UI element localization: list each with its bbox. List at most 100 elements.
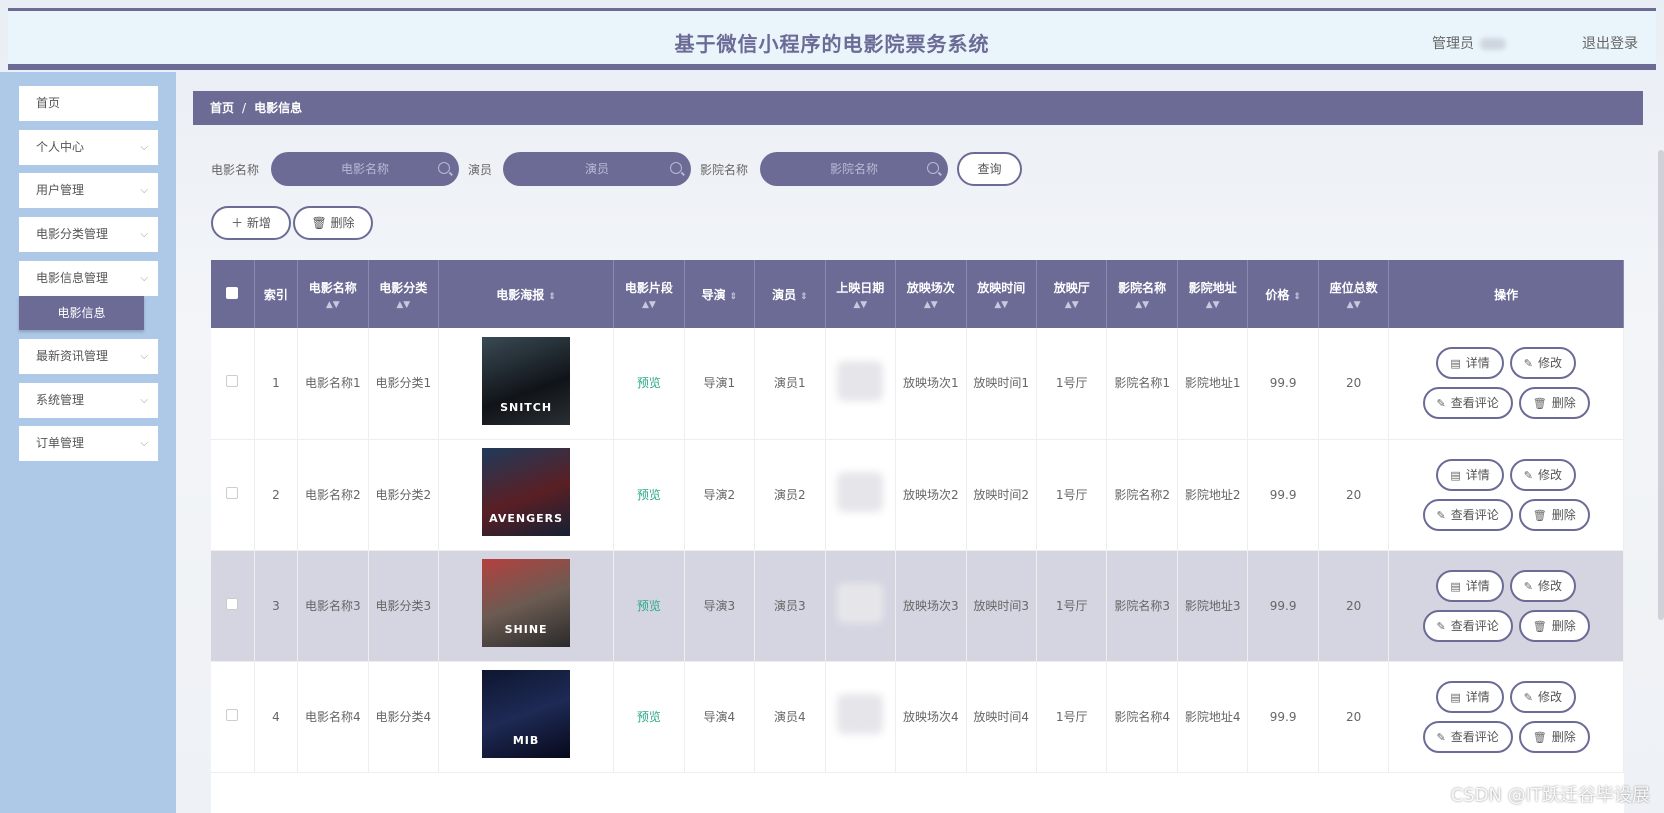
row-delete-button[interactable]: 🗑 删除 bbox=[1518, 609, 1590, 642]
movie-poster-image[interactable]: MIB bbox=[482, 670, 571, 758]
trash-icon: 🗑 bbox=[1532, 397, 1547, 411]
sort-icon[interactable]: ▲▼ bbox=[1180, 300, 1245, 310]
view-comments-button[interactable]: ✎ 查看评论 bbox=[1422, 498, 1513, 531]
edit-button-label: 修改 bbox=[1537, 467, 1562, 482]
sort-icon[interactable]: ⇕ bbox=[800, 292, 808, 302]
cell-session-text: 放映场次1 bbox=[902, 376, 959, 391]
delete-button[interactable]: 🗑 删除 bbox=[293, 206, 373, 240]
table-row[interactable]: 4 电影名称4 电影分类4 MIB 预览 导演4 演员4 放映场次4 放映时间4 1号厅 影院名称4… bbox=[211, 661, 1624, 773]
cell-actor: 演员1 bbox=[754, 328, 826, 440]
sidebar-item-personal-center[interactable]: 个人中心 ⌵ bbox=[19, 130, 158, 165]
cell-director: 导演3 bbox=[684, 550, 756, 662]
sort-icon[interactable]: ▲▼ bbox=[969, 300, 1034, 310]
sort-icon[interactable]: ▲▼ bbox=[1321, 300, 1386, 310]
sort-icon[interactable]: ▲▼ bbox=[898, 300, 963, 310]
view-comments-button[interactable]: ✎ 查看评论 bbox=[1422, 609, 1513, 642]
select-all-checkbox[interactable] bbox=[226, 286, 239, 299]
col-poster[interactable]: 电影海报 ⇕ bbox=[438, 260, 615, 328]
cell-poster: AVENGERS bbox=[438, 439, 615, 551]
col-address[interactable]: 影院地址 ▲▼ bbox=[1177, 260, 1249, 328]
col-cinema[interactable]: 影院名称 ▲▼ bbox=[1106, 260, 1178, 328]
edit-button[interactable]: ✎ 修改 bbox=[1509, 458, 1576, 491]
add-button[interactable]: ＋ 新增 bbox=[211, 206, 291, 240]
row-checkbox[interactable] bbox=[226, 597, 239, 610]
movie-name-input[interactable] bbox=[271, 152, 459, 186]
col-director[interactable]: 导演 ⇕ bbox=[684, 260, 756, 328]
sidebar-item-category-management[interactable]: 电影分类管理 ⌵ bbox=[19, 217, 158, 252]
row-delete-button[interactable]: 🗑 删除 bbox=[1518, 720, 1590, 753]
query-button[interactable]: 查询 bbox=[957, 152, 1022, 186]
table-row[interactable]: 1 电影名称1 电影分类1 SNITCH 预览 导演1 演员1 放映场次1 放映时间1 1号厅 影院… bbox=[211, 328, 1624, 440]
detail-button[interactable]: ▤ 详情 bbox=[1436, 680, 1504, 713]
table-row[interactable]: 2 电影名称2 电影分类2 AVENGERS 预览 导演2 演员2 放映场次2 放映时间2 1号厅… bbox=[211, 439, 1624, 551]
cell-address: 影院地址1 bbox=[1177, 328, 1249, 440]
cell-session: 放映场次4 bbox=[895, 661, 967, 773]
sidebar-item-order-management[interactable]: 订单管理 ⌵ bbox=[19, 426, 158, 461]
cinema-name-input[interactable] bbox=[760, 152, 948, 186]
clip-preview-link[interactable]: 预览 bbox=[637, 376, 661, 390]
actor-input[interactable] bbox=[503, 152, 691, 186]
sort-icon[interactable]: ⇕ bbox=[730, 292, 738, 302]
sidebar-item-user-management[interactable]: 用户管理 ⌵ bbox=[19, 173, 158, 208]
sort-icon[interactable]: ⇕ bbox=[548, 292, 556, 302]
row-checkbox[interactable] bbox=[226, 486, 239, 499]
detail-button[interactable]: ▤ 详情 bbox=[1436, 347, 1504, 380]
sort-icon[interactable]: ⇕ bbox=[1293, 292, 1301, 302]
clip-preview-link[interactable]: 预览 bbox=[637, 488, 661, 502]
cell-category-text: 电影分类2 bbox=[375, 487, 432, 502]
edit-button[interactable]: ✎ 修改 bbox=[1509, 680, 1576, 713]
cell-name: 电影名称3 bbox=[297, 550, 369, 662]
movie-poster-image[interactable]: AVENGERS bbox=[482, 448, 571, 536]
col-actor[interactable]: 演员 ⇕ bbox=[754, 260, 826, 328]
page-scrollbar[interactable] bbox=[1658, 150, 1664, 620]
table-row[interactable]: 3 电影名称3 电影分类3 SHINE 预览 导演3 演员3 放映场次3 放映时间3 1号厅 影院名… bbox=[211, 550, 1624, 662]
delete-button-label: 删除 bbox=[330, 216, 355, 230]
row-delete-button[interactable]: 🗑 删除 bbox=[1518, 387, 1590, 420]
logout-link[interactable]: 退出登录 bbox=[1582, 33, 1638, 53]
cell-time: 放映时间1 bbox=[966, 328, 1037, 440]
edit-button[interactable]: ✎ 修改 bbox=[1509, 569, 1576, 602]
cell-hall: 1号厅 bbox=[1036, 439, 1108, 551]
col-name[interactable]: 电影名称 ▲▼ bbox=[297, 260, 369, 328]
row-delete-button[interactable]: 🗑 删除 bbox=[1518, 498, 1590, 531]
movie-poster-image[interactable]: SNITCH bbox=[482, 336, 571, 425]
sidebar-item-home[interactable]: 首页 bbox=[19, 86, 158, 121]
sort-icon[interactable]: ▲▼ bbox=[616, 300, 681, 310]
cell-poster: MIB bbox=[438, 661, 615, 773]
breadcrumb-home[interactable]: 首页 bbox=[210, 101, 234, 115]
movie-poster-image[interactable]: SHINE bbox=[482, 559, 571, 647]
sort-icon[interactable]: ▲▼ bbox=[371, 300, 436, 310]
detail-button[interactable]: ▤ 详情 bbox=[1436, 458, 1504, 491]
edit-button[interactable]: ✎ 修改 bbox=[1509, 347, 1576, 380]
col-clip[interactable]: 电影片段 ▲▼ bbox=[613, 260, 685, 328]
col-hall[interactable]: 放映厅 ▲▼ bbox=[1036, 260, 1108, 328]
detail-button[interactable]: ▤ 详情 bbox=[1436, 569, 1504, 602]
cell-cinema-text: 影院名称2 bbox=[1114, 487, 1170, 502]
cell-session-text: 放映场次2 bbox=[902, 487, 959, 502]
cell-name: 电影名称1 bbox=[297, 328, 369, 440]
row-checkbox[interactable] bbox=[226, 375, 239, 388]
sort-icon[interactable]: ▲▼ bbox=[828, 300, 893, 310]
col-category[interactable]: 电影分类 ▲▼ bbox=[368, 260, 440, 328]
col-time[interactable]: 放映时间 ▲▼ bbox=[966, 260, 1037, 328]
sort-icon[interactable]: ▲▼ bbox=[1039, 300, 1104, 310]
sort-icon[interactable]: ▲▼ bbox=[1109, 300, 1174, 310]
col-price[interactable]: 价格 ⇕ bbox=[1247, 260, 1319, 328]
col-seats[interactable]: 座位总数 ▲▼ bbox=[1318, 260, 1390, 328]
breadcrumb-separator: / bbox=[242, 101, 247, 115]
cell-cinema: 影院名称3 bbox=[1106, 550, 1178, 662]
sidebar-subitem-movie-info[interactable]: 电影信息 bbox=[19, 296, 144, 330]
sort-icon[interactable]: ▲▼ bbox=[300, 300, 365, 310]
clip-preview-link[interactable]: 预览 bbox=[637, 710, 661, 724]
cell-actor: 演员2 bbox=[754, 439, 826, 551]
sidebar-item-movie-info-management[interactable]: 电影信息管理 ⌵ bbox=[19, 261, 158, 296]
view-comments-button[interactable]: ✎ 查看评论 bbox=[1422, 387, 1513, 420]
col-session[interactable]: 放映场次 ▲▼ bbox=[895, 260, 967, 328]
view-comments-button[interactable]: ✎ 查看评论 bbox=[1422, 720, 1513, 753]
sidebar-item-system-management[interactable]: 系统管理 ⌵ bbox=[19, 383, 158, 418]
row-checkbox[interactable] bbox=[226, 708, 239, 721]
clip-preview-link[interactable]: 预览 bbox=[637, 599, 661, 613]
trash-icon: 🗑 bbox=[1532, 508, 1547, 522]
sidebar-item-news-management[interactable]: 最新资讯管理 ⌵ bbox=[19, 339, 158, 374]
col-date[interactable]: 上映日期 ▲▼ bbox=[825, 260, 897, 328]
